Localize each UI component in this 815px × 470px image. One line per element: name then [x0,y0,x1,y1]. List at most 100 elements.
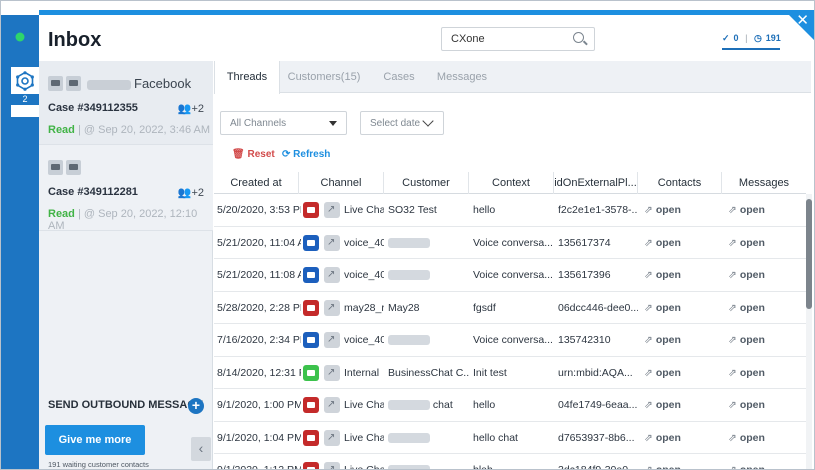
card-channel: Facebook [48,73,191,91]
search-input[interactable]: CXone [441,27,595,51]
table-row[interactable]: 9/1/2020, 1:00 PM Live Chat chat hello 04fe… [214,389,806,422]
messages-open-link[interactable]: open [728,324,804,356]
add-outbound-icon[interactable]: + [188,398,204,414]
created-at-cell: 7/16/2020, 2:34 PM [217,334,301,346]
send-outbound-label: SEND OUTBOUND MESSAGE [48,399,204,411]
contacts-open-link[interactable]: open [644,194,720,226]
context-cell: Voice conversa... [473,269,553,281]
reset-button[interactable]: 🗑 Reset [232,149,275,160]
status-counters[interactable]: ✓ 0 | ◷ 191 [722,33,785,50]
tab-threads[interactable]: Threads [214,61,280,94]
customer-cell: May28 [388,292,470,324]
messages-open-link[interactable]: open [728,454,804,469]
column-external-id[interactable]: idOnExternalPl... [554,172,638,194]
table-row[interactable]: 8/14/2020, 12:31 PM Internal BusinessChat … [214,356,806,389]
collapse-sidebar-button[interactable]: ‹ [191,437,211,461]
read-status: Read [48,208,75,220]
link-icon[interactable] [324,299,340,316]
conversation-card[interactable]: Facebook Case #349112355 👥+2 Read | @ Se… [39,61,213,145]
read-status: Read [48,124,75,136]
messages-open-link[interactable]: open [728,292,804,324]
channel-cell: may28_r [344,301,384,314]
contacts-open-link[interactable]: open [644,389,720,421]
participants-value: +2 [191,103,204,115]
link-icon[interactable] [324,267,340,283]
external-id-cell: f2c2e1e1-3578-... [558,204,638,216]
date-filter-value: Select date [370,118,421,129]
messages-open-link[interactable]: open [728,227,804,259]
column-contacts[interactable]: Contacts [638,172,722,194]
participants-count: 👥+2 [178,186,204,199]
link-icon[interactable] [324,462,340,469]
refresh-button[interactable]: ⟳ Refresh [282,149,330,160]
table-row[interactable]: 9/1/2020, 1:12 PM Live Chat blah 3dc184f9-… [214,454,806,470]
contacts-open-link[interactable]: open [644,357,720,389]
search-icon[interactable] [573,32,584,43]
table-row[interactable]: 7/16/2020, 2:34 PM voice_40 Voice convers… [214,324,806,357]
app-window: ✕ 2 Inbox CXone ✓ 0 | ◷ 191 Facebook Cas… [0,0,815,470]
customer-cell [388,324,470,356]
messages-open-link[interactable]: open [728,422,804,454]
date-filter[interactable]: Select date [360,111,444,135]
channel-cell: Live Chat [344,204,384,216]
link-icon[interactable] [324,364,340,381]
customer-name: SO32 Test [388,204,437,216]
card-status: Read | @ Sep 20, 2022, 3:46 AM [48,124,210,136]
link-icon[interactable] [324,202,340,218]
contacts-open-link[interactable]: open [644,454,720,469]
column-channel[interactable]: Channel [299,172,384,194]
card-time: | @ Sep 20, 2022, 3:46 AM [77,124,211,136]
customer-cell [388,422,470,454]
column-context[interactable]: Context [469,172,554,194]
give-me-more-button[interactable]: Give me more [45,425,145,455]
chevron-left-icon: ‹ [198,440,204,456]
card-channel [48,157,84,175]
refresh-icon: ⟳ [282,149,291,160]
table-row[interactable]: 5/21/2020, 11:08 AM voice_40 Voice conver… [214,259,806,292]
link-icon[interactable] [324,429,340,446]
messages-open-link[interactable]: open [728,389,804,421]
contacts-open-link[interactable]: open [644,422,720,454]
column-messages[interactable]: Messages [722,172,806,194]
tab-cases[interactable]: Cases [374,61,424,93]
created-at-cell: 5/20/2020, 3:53 PM [217,204,301,216]
redacted-customer [388,432,430,443]
scrollbar-thumb[interactable] [806,199,812,309]
checked-count: 0 [733,33,739,43]
messages-open-link[interactable]: open [728,194,804,226]
chat-icon [48,160,63,175]
contacts-open-link[interactable]: open [644,324,720,356]
external-id-cell: 3dc184f9-30a0... [558,464,637,470]
table-row[interactable]: 5/28/2020, 2:28 PM may28_r May28 fgsdf 06dcc… [214,291,806,324]
messages-open-link[interactable]: open [728,357,804,389]
link-icon[interactable] [324,234,340,251]
tab-customers[interactable]: Customers(15) [284,61,364,93]
link-icon[interactable] [324,397,340,413]
conversation-card[interactable]: Case #349112281 👥+2 Read | @ Sep 20, 202… [39,145,213,232]
column-created-at[interactable]: Created at [214,172,299,194]
table-row[interactable]: 9/1/2020, 1:04 PM Live Chat hello chat d76… [214,421,806,454]
tab-messages[interactable]: Messages [432,61,492,93]
table-row[interactable]: 5/21/2020, 11:04 AM voice_40 Voice conver… [214,226,806,259]
created-at-cell: 5/21/2020, 11:04 AM [217,236,301,249]
table-scrollbar[interactable] [806,194,812,469]
link-icon[interactable] [324,332,340,348]
customer-cell: BusinessChat C... [388,357,470,389]
channel-cell: Live Chat [344,399,384,411]
rail-tab-inbox[interactable]: 2 [11,67,39,117]
participants-count: 👥+2 [178,102,204,115]
channel-filter[interactable]: All Channels [220,111,347,135]
contacts-open-link[interactable]: open [644,227,720,259]
check-icon: ✓ [722,33,730,43]
contacts-open-link[interactable]: open [644,259,720,291]
context-cell: Voice conversa... [473,236,553,249]
context-cell: Init test [473,366,507,379]
phone-icon [303,332,319,348]
messages-open-link[interactable]: open [728,259,804,291]
table-row[interactable]: 5/20/2020, 3:53 PM Live Chat SO32 Test hell… [214,194,806,227]
context-cell: hello [473,399,496,411]
column-customer[interactable]: Customer [384,172,469,194]
contacts-open-link[interactable]: open [644,292,720,324]
created-at-cell: 9/1/2020, 1:04 PM [217,431,301,444]
close-button[interactable]: ✕ [784,10,814,40]
